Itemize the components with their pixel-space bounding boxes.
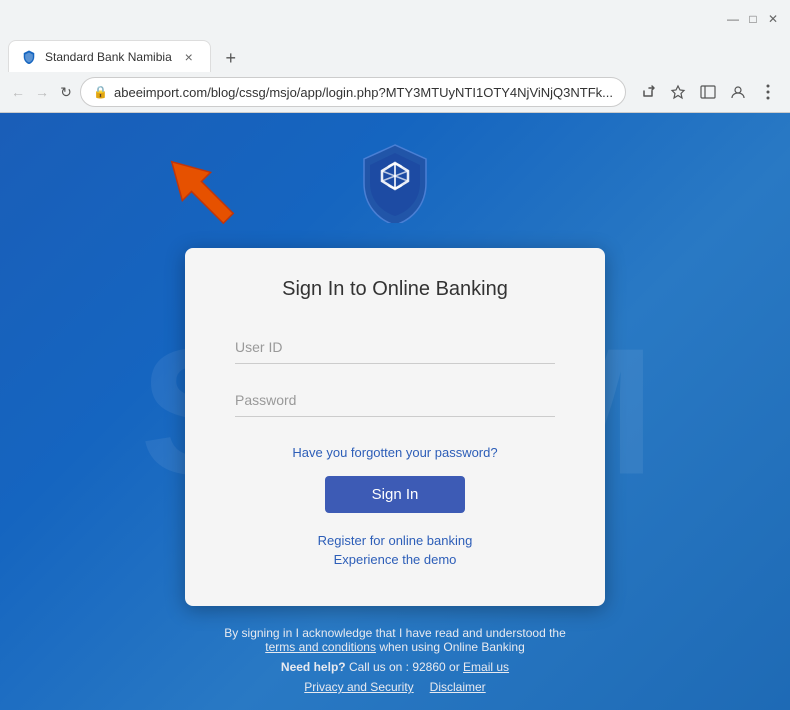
footer-links-row: Privacy and Security Disclaimer (224, 680, 566, 694)
call-text: Call us on : 92860 or (349, 660, 460, 674)
profile-button[interactable] (724, 78, 752, 106)
tab-close-button[interactable]: × (180, 48, 198, 66)
nav-bar: ← → ↻ 🔒 abeeimport.com/blog/cssg/msjo/ap… (0, 72, 790, 112)
tab-bar: Standard Bank Namibia × + (0, 36, 790, 72)
terms-link[interactable]: terms and conditions (265, 640, 376, 654)
demo-link[interactable]: Experience the demo (235, 552, 555, 567)
window-controls: ― □ ✕ (726, 12, 780, 26)
refresh-button[interactable]: ↻ (56, 78, 76, 106)
nav-actions (634, 78, 782, 106)
disclaimer-link[interactable]: Disclaimer (430, 680, 486, 694)
address-bar[interactable]: 🔒 abeeimport.com/blog/cssg/msjo/app/logi… (80, 77, 626, 107)
title-bar: ― □ ✕ (0, 0, 790, 36)
minimize-button[interactable]: ― (726, 12, 740, 26)
back-button[interactable]: ← (8, 78, 28, 106)
new-tab-button[interactable]: + (217, 44, 245, 72)
active-tab[interactable]: Standard Bank Namibia × (8, 40, 211, 72)
page-footer: By signing in I acknowledge that I have … (224, 626, 566, 694)
email-link[interactable]: Email us (463, 660, 509, 674)
password-input[interactable] (235, 384, 555, 417)
register-link[interactable]: Register for online banking (235, 533, 555, 548)
tab-favicon (21, 49, 37, 65)
close-button[interactable]: ✕ (766, 12, 780, 26)
footer-line1: By signing in I acknowledge that I have … (224, 626, 566, 654)
maximize-button[interactable]: □ (746, 12, 760, 26)
forgot-password-link[interactable]: Have you forgotten your password? (235, 445, 555, 460)
sidebar-button[interactable] (694, 78, 722, 106)
userid-input[interactable] (235, 331, 555, 364)
help-text: Need help? (281, 660, 346, 674)
logo-container (360, 143, 430, 228)
url-text: abeeimport.com/blog/cssg/msjo/app/login.… (114, 85, 613, 100)
page-content: SCAM Sign In to Online Banking (0, 113, 790, 710)
warning-arrow (155, 145, 245, 240)
privacy-link[interactable]: Privacy and Security (304, 680, 413, 694)
bookmark-button[interactable] (664, 78, 692, 106)
forward-button[interactable]: → (32, 78, 52, 106)
card-title: Sign In to Online Banking (235, 278, 555, 301)
browser-chrome: ― □ ✕ Standard Bank Namibia × + ← → ↻ (0, 0, 790, 113)
lock-icon: 🔒 (93, 85, 108, 99)
footer-help-row: Need help? Call us on : 92860 or Email u… (224, 660, 566, 674)
bank-logo (360, 143, 430, 223)
tab-title: Standard Bank Namibia (45, 50, 172, 64)
share-button[interactable] (634, 78, 662, 106)
menu-button[interactable] (754, 78, 782, 106)
sign-in-button[interactable]: Sign In (325, 476, 465, 513)
login-card: Sign In to Online Banking Have you forgo… (185, 248, 605, 606)
